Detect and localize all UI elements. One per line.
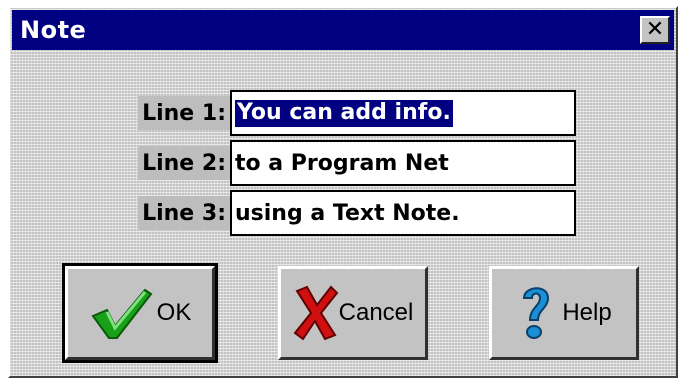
ok-label: OK bbox=[156, 299, 192, 326]
x-mark-icon bbox=[293, 285, 339, 341]
cancel-button[interactable]: Cancel bbox=[278, 266, 428, 360]
note-dialog: Note ✕ Line 1: You can add info. Line 2:… bbox=[8, 6, 678, 378]
line-1-row: Line 1: bbox=[120, 90, 230, 136]
close-icon: ✕ bbox=[645, 17, 665, 42]
line-1-label: Line 1: bbox=[138, 96, 230, 130]
line-3-label: Line 3: bbox=[138, 196, 230, 230]
cancel-label: Cancel bbox=[338, 299, 414, 326]
title-bar[interactable]: Note ✕ bbox=[12, 10, 674, 50]
checkmark-icon bbox=[89, 286, 153, 340]
help-label: Help bbox=[562, 299, 612, 326]
line-1-input[interactable]: You can add info. bbox=[230, 90, 576, 136]
help-button[interactable]: Help bbox=[489, 266, 639, 360]
ok-button[interactable]: OK bbox=[62, 263, 218, 363]
line-2-row: Line 2: bbox=[120, 140, 230, 186]
dialog-title: Note bbox=[20, 16, 87, 44]
line-2-value: to a Program Net bbox=[235, 150, 449, 176]
line-3-input[interactable]: using a Text Note. bbox=[230, 190, 576, 236]
line-3-value: using a Text Note. bbox=[235, 200, 460, 226]
line-2-label: Line 2: bbox=[138, 146, 230, 180]
line-2-input[interactable]: to a Program Net bbox=[230, 140, 576, 186]
line-3-row: Line 3: bbox=[120, 190, 230, 236]
question-mark-icon bbox=[516, 282, 556, 344]
line-1-value: You can add info. bbox=[235, 99, 453, 127]
close-button[interactable]: ✕ bbox=[640, 16, 670, 44]
